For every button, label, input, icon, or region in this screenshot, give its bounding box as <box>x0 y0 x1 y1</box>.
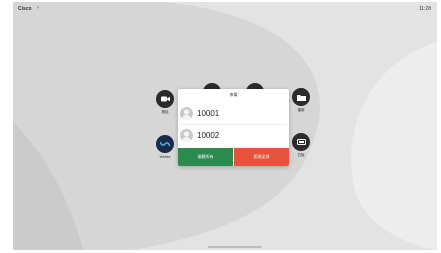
app-webex[interactable]: Webex <box>152 135 178 159</box>
app-whiteboard-label: 白板 <box>297 153 305 157</box>
incoming-call-dialog: 來電 10001 10002 接聽所有 拒絕全部 <box>178 89 289 166</box>
avatar-icon <box>180 128 193 142</box>
caller-row[interactable]: 10001 <box>180 104 287 122</box>
folder-icon <box>292 88 310 106</box>
status-bar: Cisco › 11:28 <box>13 2 437 18</box>
brand-label[interactable]: Cisco <box>18 6 32 12</box>
app-webex-label: Webex <box>159 155 171 159</box>
accept-all-button[interactable]: 接聽所有 <box>178 148 233 166</box>
avatar-icon <box>180 106 193 120</box>
app-call[interactable]: 撥話 <box>152 90 178 115</box>
caller-number: 10002 <box>197 130 220 140</box>
clock: 11:28 <box>418 6 431 12</box>
whiteboard-icon <box>292 133 310 151</box>
app-files[interactable]: 檔案 <box>288 88 314 113</box>
home-indicator[interactable] <box>208 246 262 248</box>
decline-all-button[interactable]: 拒絕全部 <box>234 148 289 166</box>
divider <box>180 124 287 125</box>
dialog-title: 來電 <box>229 92 238 97</box>
app-whiteboard[interactable]: 白板 <box>288 133 314 158</box>
app-call-label: 撥話 <box>161 110 169 114</box>
webex-icon <box>156 135 174 153</box>
caller-row[interactable]: 10002 <box>180 126 287 144</box>
app-files-label: 檔案 <box>297 108 305 112</box>
chevron-right-icon[interactable]: › <box>37 5 39 11</box>
video-camera-icon <box>156 90 174 108</box>
caller-number: 10001 <box>197 108 220 118</box>
